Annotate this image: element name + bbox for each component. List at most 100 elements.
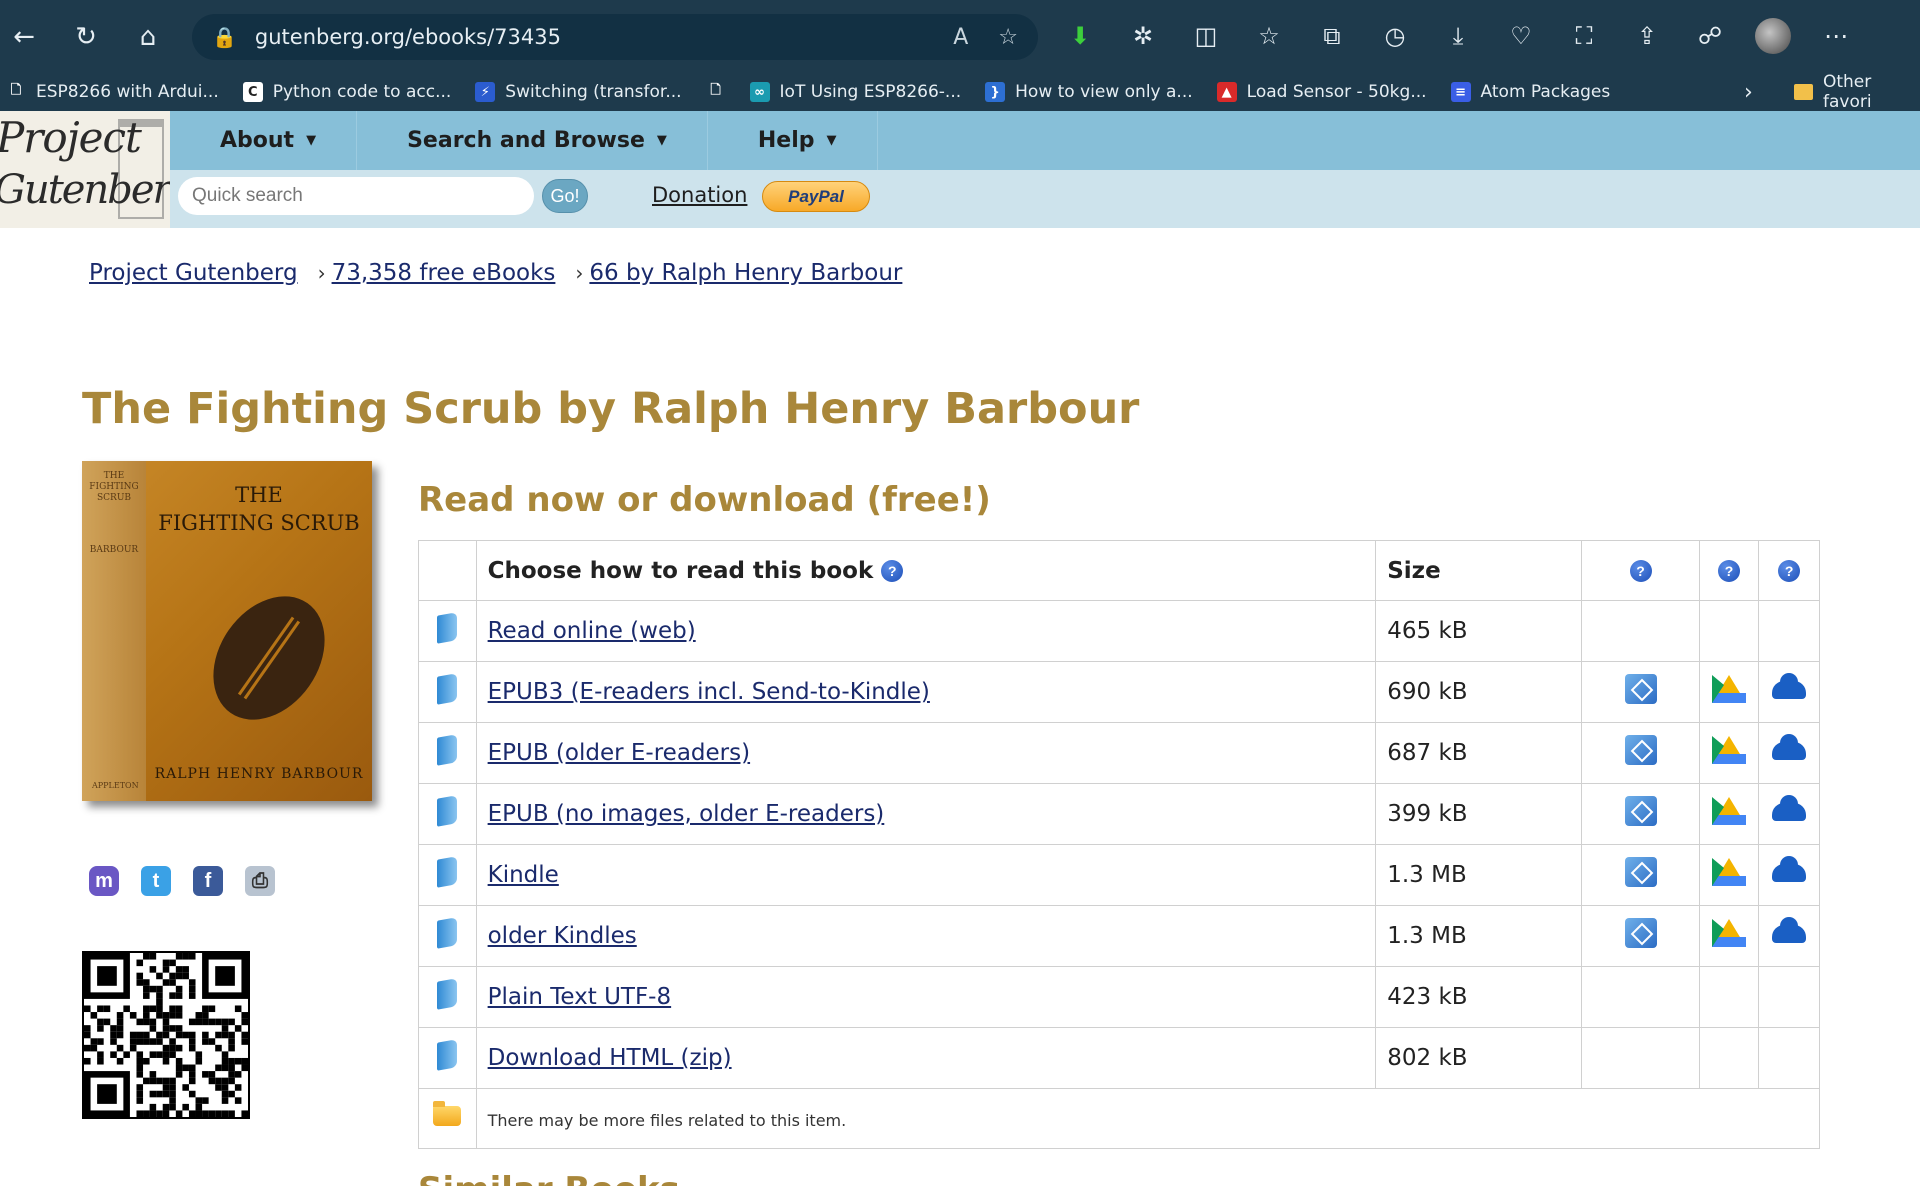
- download-link[interactable]: Plain Text UTF-8: [488, 984, 672, 1010]
- breadcrumb-project-gutenberg[interactable]: Project Gutenberg: [89, 260, 298, 286]
- favorites-icon[interactable]: ☆: [1249, 16, 1289, 56]
- address-bar[interactable]: 🔒 gutenberg.org/ebooks/73435 A ☆: [192, 14, 1038, 60]
- extensions-puzzle-icon[interactable]: ✲: [1123, 16, 1163, 56]
- format-cell: Kindle: [475, 844, 1377, 906]
- google-drive-icon[interactable]: [1712, 736, 1746, 764]
- bookmark-item[interactable]: ▲ Load Sensor - 50kg...: [1216, 82, 1427, 102]
- onedrive-icon[interactable]: [1772, 917, 1807, 943]
- cover-spine: [82, 461, 146, 801]
- table-row: EPUB (older E-readers) 687 kB: [418, 722, 1820, 784]
- download-link[interactable]: EPUB3 (E-readers incl. Send-to-Kindle): [488, 679, 930, 705]
- download-extension-icon[interactable]: ⬇: [1060, 16, 1100, 56]
- collections-icon[interactable]: ⧉: [1312, 16, 1352, 56]
- menu-help[interactable]: Help ▼: [708, 111, 878, 170]
- dropbox-icon[interactable]: [1624, 796, 1657, 826]
- page-title: The Fighting Scrub by Ralph Henry Barbou…: [82, 384, 1140, 434]
- facebook-icon[interactable]: f: [193, 866, 223, 896]
- bookmark-item[interactable]: } How to view only a...: [985, 82, 1193, 102]
- google-drive-icon[interactable]: [1712, 797, 1746, 825]
- onedrive-cell: [1758, 905, 1820, 967]
- onedrive-cell: [1758, 722, 1820, 784]
- bookmark-item[interactable]: 🗋 ESP8266 with Ardui...: [6, 82, 219, 102]
- download-link[interactable]: EPUB (no images, older E-readers): [488, 801, 885, 827]
- mastodon-icon[interactable]: m: [89, 866, 119, 896]
- help-icon[interactable]: ?: [1718, 560, 1740, 582]
- quick-search-input[interactable]: [178, 177, 534, 215]
- dropbox-icon[interactable]: [1624, 735, 1657, 765]
- download-link[interactable]: older Kindles: [488, 923, 637, 949]
- folder-icon: [433, 1100, 462, 1126]
- header-choose-label: Choose how to read this book: [487, 557, 874, 584]
- help-icon[interactable]: ?: [881, 560, 904, 582]
- format-cell: EPUB3 (E-readers incl. Send-to-Kindle): [475, 661, 1377, 723]
- dropbox-icon[interactable]: [1624, 857, 1657, 887]
- onedrive-cell: [1758, 600, 1820, 662]
- caret-down-icon: ▼: [656, 133, 667, 148]
- document-icon: 🗋: [10, 83, 22, 98]
- gdrive-cell: [1698, 905, 1760, 967]
- onedrive-cell: [1758, 661, 1820, 723]
- more-files-note: There may be more files related to this …: [487, 1110, 847, 1130]
- download-link[interactable]: Read online (web): [488, 618, 696, 644]
- twitter-icon[interactable]: t: [141, 866, 171, 896]
- breadcrumb-free-ebooks[interactable]: 73,358 free eBooks: [332, 260, 556, 286]
- read-aloud-icon[interactable]: A: [953, 25, 968, 50]
- split-screen-icon[interactable]: ◫: [1186, 16, 1226, 56]
- format-icon-cell: [418, 722, 477, 784]
- menu-about[interactable]: About ▼: [170, 111, 358, 170]
- format-cell: Download HTML (zip): [475, 1027, 1377, 1089]
- google-drive-icon[interactable]: [1712, 675, 1746, 703]
- bookmark-item[interactable]: C Python code to acc...: [242, 82, 451, 102]
- onedrive-icon[interactable]: [1772, 673, 1807, 699]
- dropbox-cell: [1581, 905, 1700, 967]
- screenshot-icon[interactable]: ⛶: [1564, 16, 1604, 56]
- bookmarks-chevron-right-icon[interactable]: ›: [1744, 73, 1753, 111]
- download-link[interactable]: Kindle: [488, 862, 559, 888]
- bookmark-item[interactable]: 🗋: [706, 82, 726, 102]
- donation-link[interactable]: Donation: [652, 183, 747, 207]
- go-button[interactable]: Go!: [542, 179, 588, 213]
- google-drive-icon[interactable]: [1712, 919, 1746, 947]
- breadcrumb-author-books[interactable]: 66 by Ralph Henry Barbour: [589, 260, 902, 286]
- health-icon[interactable]: ♡: [1501, 16, 1541, 56]
- print-icon[interactable]: ⎙: [245, 866, 275, 896]
- help-icon[interactable]: ?: [1629, 560, 1652, 582]
- book-icon: [437, 612, 458, 644]
- refresh-icon[interactable]: ↻: [66, 17, 106, 57]
- dropbox-icon[interactable]: [1624, 674, 1657, 704]
- home-icon[interactable]: ⌂: [128, 17, 168, 57]
- bookmark-item[interactable]: ∞ IoT Using ESP8266-...: [749, 82, 961, 102]
- onedrive-icon[interactable]: [1772, 795, 1807, 821]
- paypal-button[interactable]: PayPal: [762, 181, 870, 212]
- more-menu-icon[interactable]: ⋯: [1816, 16, 1856, 56]
- bookmark-item[interactable]: ⚡ Switching (transfor...: [475, 82, 682, 102]
- project-gutenberg-logo[interactable]: Project Gutenberg: [0, 111, 170, 228]
- url-text[interactable]: gutenberg.org/ebooks/73435: [255, 25, 561, 49]
- favorite-star-icon[interactable]: ☆: [998, 25, 1018, 50]
- format-icon-cell: [418, 783, 477, 845]
- menu-search-and-browse[interactable]: Search and Browse ▼: [357, 111, 708, 170]
- help-icon[interactable]: ?: [1778, 560, 1801, 582]
- cover-spine-author: BARBOUR: [89, 545, 139, 555]
- lock-icon[interactable]: 🔒: [212, 25, 237, 49]
- cover-title-line2: FIGHTING SCRUB: [158, 511, 360, 535]
- bookmark-item[interactable]: ≡ Atom Packages: [1450, 82, 1610, 102]
- google-drive-icon[interactable]: [1712, 858, 1746, 886]
- menu-label: Help: [757, 128, 815, 153]
- back-arrow-icon[interactable]: ←: [4, 17, 44, 57]
- share-icon[interactable]: ⇪: [1627, 16, 1667, 56]
- download-link[interactable]: Download HTML (zip): [488, 1045, 732, 1071]
- dropbox-icon[interactable]: [1624, 918, 1657, 948]
- onedrive-icon[interactable]: [1772, 856, 1807, 882]
- bookmark-other-favorites[interactable]: Other favori: [1794, 72, 1920, 112]
- onedrive-icon[interactable]: [1772, 734, 1807, 760]
- format-icon-cell: [418, 905, 477, 967]
- profile-avatar[interactable]: [1753, 16, 1793, 56]
- document-icon: 🗋: [710, 83, 721, 98]
- download-link[interactable]: EPUB (older E-readers): [488, 740, 750, 766]
- history-icon[interactable]: ◷: [1375, 16, 1415, 56]
- gdrive-cell: [1698, 783, 1760, 845]
- bookmark-label: How to view only a...: [1015, 82, 1193, 102]
- feedback-icon[interactable]: ☍: [1690, 16, 1730, 56]
- downloads-icon[interactable]: ⤓: [1438, 16, 1478, 56]
